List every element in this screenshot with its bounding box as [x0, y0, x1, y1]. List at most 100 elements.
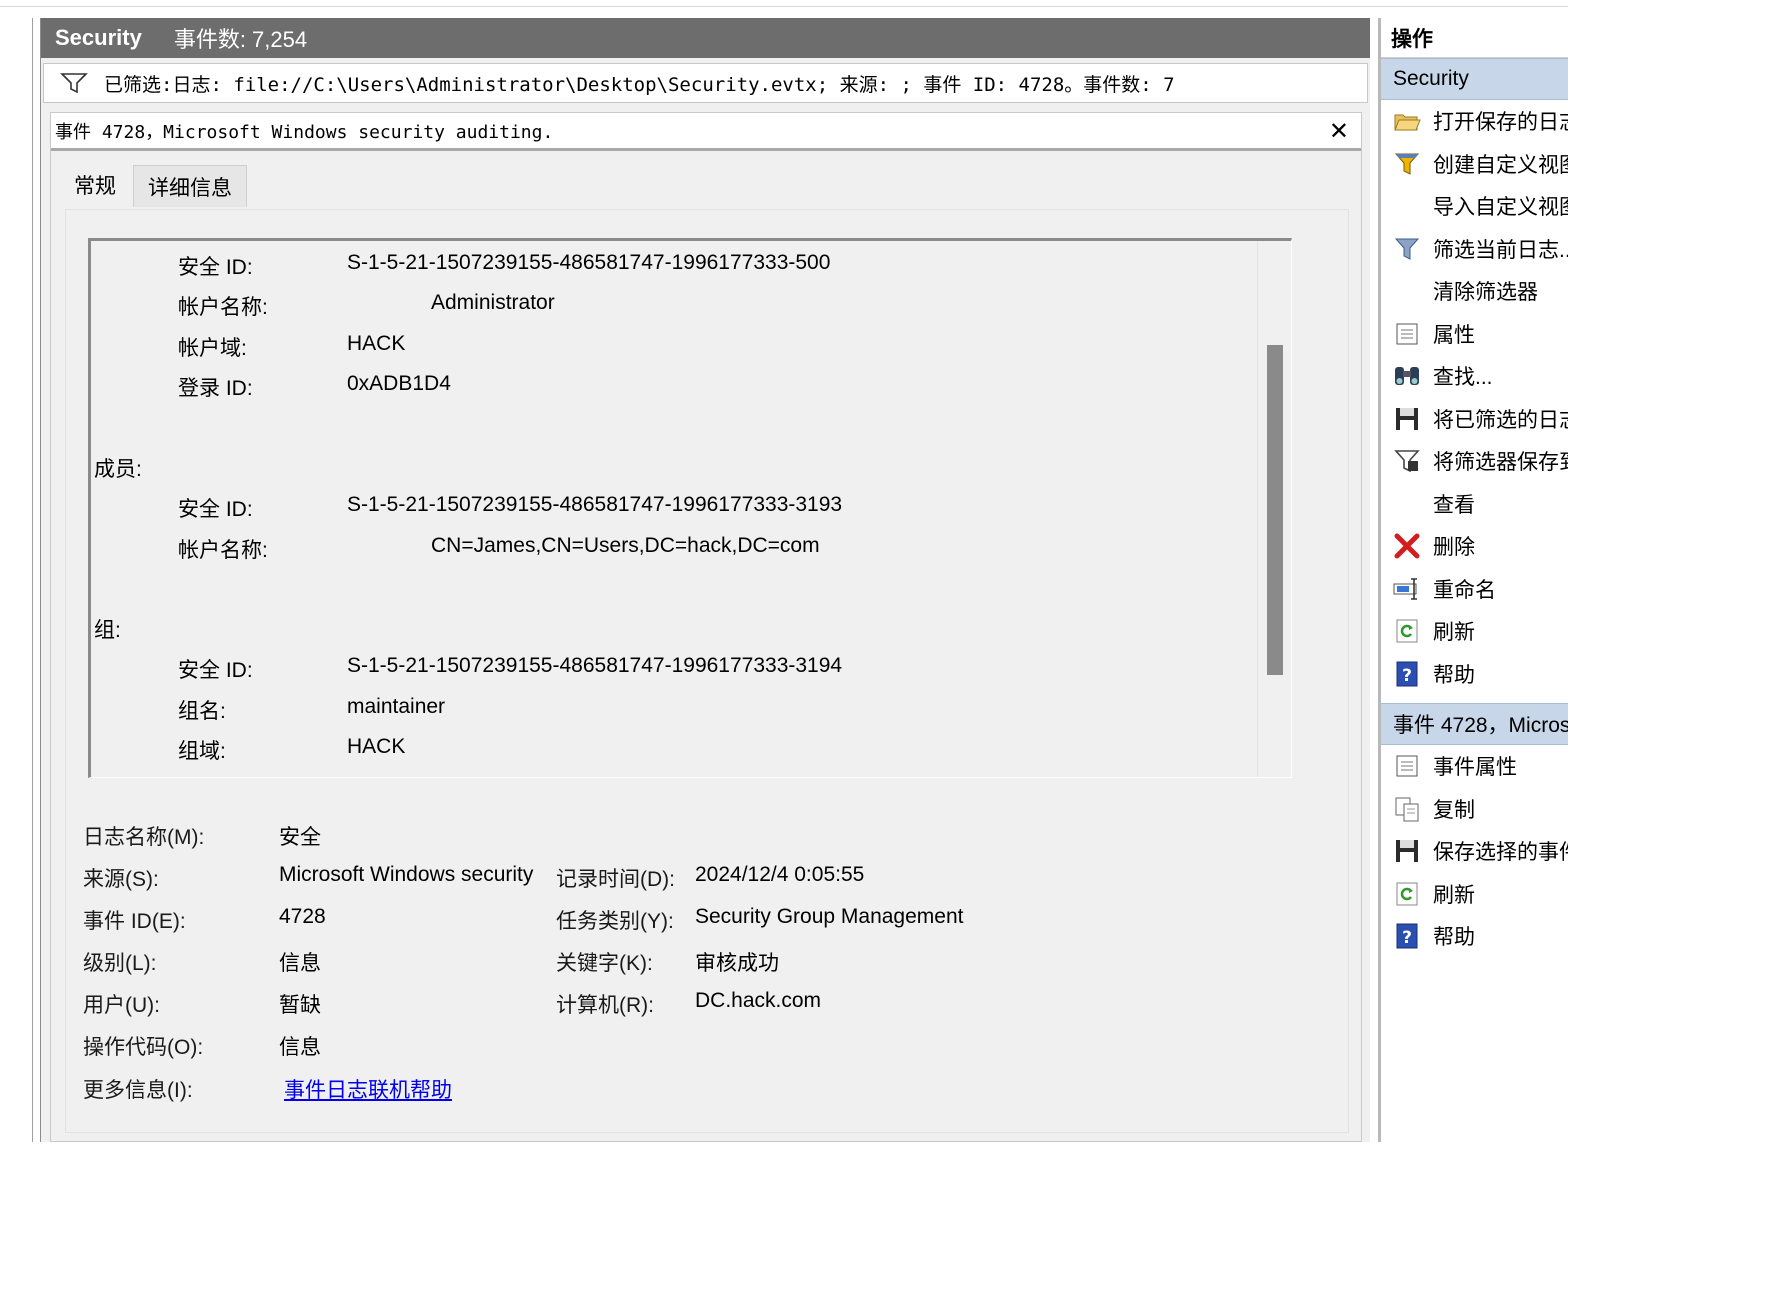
action-refresh-event[interactable]: 刷新 [1381, 873, 1568, 916]
desc-value: 0xADB1D4 [347, 372, 451, 395]
action-save-filter-to-view[interactable]: 将筛选器保存到自定义视图... [1381, 440, 1568, 483]
more-info-label: 更多信息(I): [83, 1079, 193, 1102]
event-id-value: 4728 [279, 905, 326, 928]
opcode-label: 操作代码(O): [83, 1036, 204, 1059]
desc-label: 组域: [178, 740, 226, 763]
help-icon: ? [1381, 915, 1433, 957]
filter-icon [44, 72, 104, 94]
level-label: 级别(L): [83, 952, 157, 975]
action-view[interactable]: 查看 [1381, 483, 1568, 526]
log-header: Security 事件数: 7,254 [41, 18, 1370, 58]
window-top-border [0, 6, 1568, 7]
svg-text:?: ? [1402, 928, 1412, 948]
event-id-label: 事件 ID(E): [83, 910, 186, 933]
event-titlebar: 事件 4728，Microsoft Windows security audit… [51, 113, 1361, 151]
desc-label: 帐户名称: [178, 296, 268, 319]
desc-value: CN=James,CN=Users,DC=hack,DC=com [431, 534, 820, 557]
action-refresh[interactable]: 刷新 [1381, 610, 1568, 653]
computer-value: DC.hack.com [695, 989, 822, 1012]
desc-label: 安全 ID: [178, 659, 253, 682]
event-title: 事件 4728，Microsoft Windows security audit… [55, 121, 554, 143]
action-clear-filter[interactable]: 清除筛选器 [1381, 270, 1568, 313]
desc-value: S-1-5-21-1507239155-486581747-1996177333… [347, 654, 843, 677]
action-help[interactable]: ? 帮助 [1381, 653, 1568, 696]
event-preview-pane: 事件 4728，Microsoft Windows security audit… [50, 112, 1362, 1142]
user-label: 用户(U): [83, 994, 160, 1017]
event-properties-icon [1381, 745, 1433, 787]
desc-label: 登录 ID: [178, 377, 253, 400]
actions-title: 操作 [1381, 18, 1568, 58]
logged-value: 2024/12/4 0:05:55 [695, 863, 865, 886]
save-icon [1381, 830, 1433, 872]
refresh-icon [1381, 610, 1433, 652]
console-tree-pane[interactable] [0, 18, 33, 1142]
source-value: Microsoft Windows security [279, 863, 534, 886]
desc-section-heading: 组: [94, 619, 121, 642]
desc-value: Administrator [431, 291, 555, 314]
task-category-label: 任务类别(Y): [556, 910, 674, 933]
copy-icon [1381, 788, 1433, 830]
log-name-value: 安全 [279, 826, 321, 849]
action-save-selected-events[interactable]: 保存选择的事件... [1381, 830, 1568, 873]
scrollbar-thumb[interactable] [1267, 345, 1283, 675]
desc-value: maintainer [347, 695, 446, 718]
actions-section-security[interactable]: Security [1381, 58, 1568, 100]
source-label: 来源(S): [83, 868, 159, 891]
svg-text:?: ? [1402, 666, 1412, 686]
actions-pane: 操作 Security 打开保存的日志... 创建自定义视图... 导入自定义视… [1378, 18, 1568, 1142]
keywords-label: 关键字(K): [556, 952, 653, 975]
delete-icon [1381, 525, 1433, 567]
action-create-custom-view[interactable]: 创建自定义视图... [1381, 143, 1568, 186]
desc-label: 组名: [178, 700, 226, 723]
action-open-saved-log[interactable]: 打开保存的日志... [1381, 100, 1568, 143]
task-category-value: Security Group Management [695, 905, 964, 928]
tab-details[interactable]: 详细信息 [133, 165, 247, 207]
general-tab-content: 安全 ID: S-1-5-21-1507239155-486581747-199… [65, 209, 1349, 1133]
action-help-event[interactable]: ? 帮助 [1381, 915, 1568, 958]
save-filter-icon [1381, 440, 1433, 482]
action-filter-current-log[interactable]: 筛选当前日志... [1381, 228, 1568, 271]
keywords-value: 审核成功 [695, 952, 779, 975]
opcode-value: 信息 [279, 1036, 321, 1059]
desc-label: 帐户域: [178, 337, 247, 360]
close-icon[interactable]: ✕ [1329, 117, 1349, 145]
level-value: 信息 [279, 952, 321, 975]
action-delete[interactable]: 删除 [1381, 525, 1568, 568]
actions-section-event[interactable]: 事件 4728，Microsoft Windows security audit… [1381, 703, 1568, 745]
desc-label: 帐户名称: [178, 539, 268, 562]
event-tabs: 常规 详细信息 [59, 161, 249, 207]
filter-bar: 已筛选:日志: file://C:\Users\Administrator\De… [43, 63, 1368, 103]
event-count: 事件数: 7,254 [173, 27, 308, 52]
log-view-pane: Security 事件数: 7,254 已筛选:日志: file://C:\Us… [40, 18, 1370, 1142]
create-filter-icon [1381, 143, 1433, 185]
description-scrollbar[interactable] [1257, 241, 1291, 777]
desc-section-heading: 成员: [94, 458, 142, 481]
action-properties[interactable]: 属性 [1381, 313, 1568, 356]
filter-icon [1381, 228, 1433, 270]
help-icon: ? [1381, 653, 1433, 695]
desc-label: 安全 ID: [178, 256, 253, 279]
event-description-box[interactable]: 安全 ID: S-1-5-21-1507239155-486581747-199… [88, 238, 1292, 778]
desc-label: 安全 ID: [178, 498, 253, 521]
binoculars-icon [1381, 355, 1433, 397]
desc-value: S-1-5-21-1507239155-486581747-1996177333… [347, 493, 843, 516]
desc-value: HACK [347, 332, 406, 355]
tab-general[interactable]: 常规 [59, 161, 131, 207]
action-import-custom-view[interactable]: 导入自定义视图... [1381, 185, 1568, 228]
log-name-label: 日志名称(M): [83, 826, 205, 849]
action-save-filtered-log[interactable]: 将已筛选的日志文件另存为... [1381, 398, 1568, 441]
user-value: 暂缺 [279, 994, 321, 1017]
online-help-link[interactable]: 事件日志联机帮助 [284, 1074, 452, 1104]
rename-icon [1381, 568, 1433, 610]
action-copy[interactable]: 复制 [1381, 788, 1568, 831]
save-icon [1381, 398, 1433, 440]
log-name: Security [55, 25, 142, 50]
filter-description: 已筛选:日志: file://C:\Users\Administrator\De… [104, 73, 1175, 96]
desc-value: HACK [347, 735, 406, 758]
folder-open-icon [1381, 100, 1433, 142]
action-rename[interactable]: 重命名 [1381, 568, 1568, 611]
computer-label: 计算机(R): [556, 994, 654, 1017]
action-event-properties[interactable]: 事件属性 [1381, 745, 1568, 788]
action-find[interactable]: 查找... [1381, 355, 1568, 398]
refresh-icon [1381, 873, 1433, 915]
